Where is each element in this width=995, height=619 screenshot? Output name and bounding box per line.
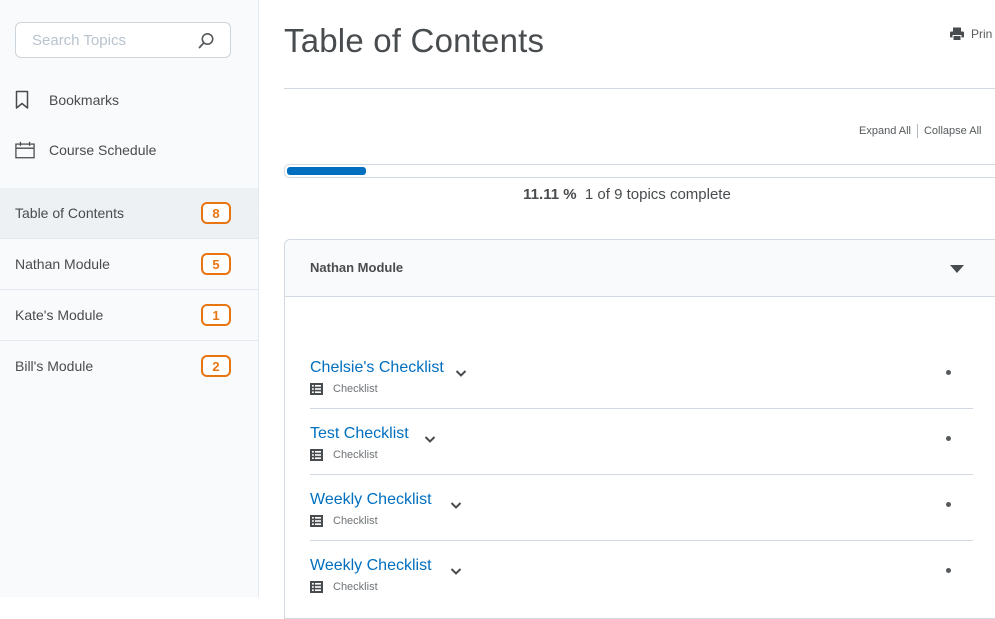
count-badge: 5 <box>201 253 231 275</box>
checklist-icon <box>310 383 323 395</box>
chevron-down-icon[interactable] <box>450 563 462 575</box>
topic-type-label: Checklist <box>333 449 378 461</box>
topic-type: Checklist <box>310 449 378 461</box>
progress-bar <box>284 164 995 178</box>
sidebar-item-kates-module[interactable]: Kate's Module 1 <box>0 290 258 341</box>
module-header[interactable]: Nathan Module <box>285 240 995 297</box>
topic-type: Checklist <box>310 383 378 395</box>
course-schedule-label: Course Schedule <box>49 142 157 158</box>
topic-link[interactable]: Test Checklist <box>310 425 409 443</box>
count-badge: 8 <box>201 202 231 224</box>
print-button[interactable]: Prin <box>949 27 992 41</box>
count-badge: 2 <box>201 355 231 377</box>
sidebar-item-label: Table of Contents <box>15 205 124 221</box>
chevron-down-icon[interactable] <box>450 497 462 509</box>
bookmarks-link[interactable]: Bookmarks <box>15 87 119 113</box>
topic-link[interactable]: Chelsie's Checklist <box>310 359 444 377</box>
collapse-all-link[interactable]: Collapse All <box>924 125 981 137</box>
module-list: Table of Contents 8 Nathan Module 5 Kate… <box>0 188 269 392</box>
sidebar-item-label: Bill's Module <box>15 358 94 374</box>
sidebar-item-label: Kate's Module <box>15 307 104 323</box>
topic-link[interactable]: Weekly Checklist <box>310 557 432 575</box>
module-panel: Nathan Module Chelsie's Checklist Checkl… <box>284 239 995 619</box>
count-badge: 1 <box>201 304 231 326</box>
divider <box>916 124 918 138</box>
topic-item: Weekly Checklist Checklist <box>310 541 973 607</box>
print-label: Prin <box>971 27 993 41</box>
search-icon[interactable] <box>196 31 216 51</box>
chevron-down-icon[interactable] <box>424 431 436 443</box>
topic-type: Checklist <box>310 515 378 527</box>
progress-percent: 11.11 % <box>523 186 577 203</box>
bookmark-icon <box>15 89 35 111</box>
calendar-icon <box>15 139 35 161</box>
bookmarks-label: Bookmarks <box>49 92 120 108</box>
topic-item: Test Checklist Checklist <box>310 409 973 475</box>
topic-item: Weekly Checklist Checklist <box>310 475 973 541</box>
progress-count: 1 of 9 topics complete <box>584 186 731 203</box>
title-divider <box>284 88 995 89</box>
search-box <box>15 22 231 58</box>
topic-item: Chelsie's Checklist Checklist <box>310 343 973 409</box>
printer-icon <box>949 27 965 41</box>
module-name: Nathan Module <box>310 260 404 275</box>
progress-bar-fill <box>287 167 366 175</box>
status-dot <box>946 502 951 507</box>
course-schedule-link[interactable]: Course Schedule <box>15 137 156 163</box>
checklist-icon <box>310 581 323 593</box>
topic-type-label: Checklist <box>333 581 378 593</box>
page-title: Table of Contents <box>284 22 545 59</box>
chevron-down-icon[interactable] <box>455 365 467 377</box>
sidebar-item-label: Nathan Module <box>15 256 110 272</box>
status-dot <box>946 436 951 441</box>
caret-down-icon[interactable] <box>949 262 965 274</box>
main-content: Table of Contents Prin Expand All Collap… <box>259 0 995 619</box>
sidebar: Bookmarks Course Schedule Table of Conte… <box>0 0 269 597</box>
search-input[interactable] <box>16 23 186 57</box>
status-dot <box>946 568 951 573</box>
topic-link[interactable]: Weekly Checklist <box>310 491 432 509</box>
sidebar-item-table-of-contents[interactable]: Table of Contents 8 <box>0 188 269 239</box>
sidebar-item-nathan-module[interactable]: Nathan Module 5 <box>0 239 258 290</box>
topic-type: Checklist <box>310 581 378 593</box>
topic-type-label: Checklist <box>333 383 378 395</box>
status-dot <box>946 370 951 375</box>
expand-all-link[interactable]: Expand All <box>859 125 911 137</box>
expand-collapse-controls: Expand All Collapse All <box>859 124 981 138</box>
checklist-icon <box>310 515 323 527</box>
topic-type-label: Checklist <box>333 515 378 527</box>
checklist-icon <box>310 449 323 461</box>
progress-summary: 11.11 % 1 of 9 topics complete <box>259 186 995 203</box>
sidebar-item-bills-module[interactable]: Bill's Module 2 <box>0 341 258 392</box>
